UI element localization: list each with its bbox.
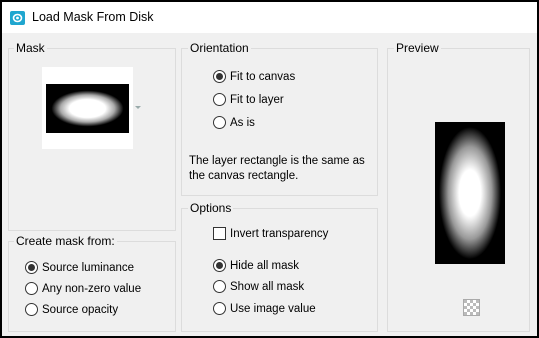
radio-label: Use image value	[230, 302, 316, 315]
radio-source-luminance[interactable]: Source luminance	[25, 261, 134, 274]
create-mask-group-label: Create mask from:	[14, 234, 117, 248]
checkerboard-icon[interactable]	[463, 299, 480, 316]
radio-button[interactable]	[25, 282, 38, 295]
radio-button[interactable]	[213, 93, 226, 106]
radio-label: Source opacity	[42, 303, 119, 316]
checkbox-label: Invert transparency	[230, 227, 329, 240]
chevron-down-icon[interactable]	[135, 106, 141, 109]
preview-image	[435, 122, 505, 264]
mask-group-label: Mask	[14, 41, 47, 55]
radio-button[interactable]	[213, 116, 226, 129]
window-title: Load Mask From Disk	[32, 10, 154, 24]
radio-use-image-value[interactable]: Use image value	[213, 302, 316, 315]
preview-group-label: Preview	[394, 41, 441, 55]
radio-any-non-zero[interactable]: Any non-zero value	[25, 282, 141, 295]
invert-transparency-checkbox[interactable]: Invert transparency	[213, 227, 328, 240]
radio-source-opacity[interactable]: Source opacity	[25, 303, 118, 316]
radio-as-is[interactable]: As is	[213, 116, 255, 129]
options-group-label: Options	[188, 201, 234, 215]
mask-thumbnail	[46, 84, 129, 133]
radio-fit-to-layer[interactable]: Fit to layer	[213, 93, 284, 106]
checkbox[interactable]	[213, 227, 226, 240]
radio-button[interactable]	[213, 302, 226, 315]
orientation-group-label: Orientation	[188, 41, 251, 55]
radio-label: Fit to canvas	[230, 70, 296, 83]
radio-label: Hide all mask	[230, 259, 300, 272]
radio-button[interactable]	[25, 303, 38, 316]
radio-label: Show all mask	[230, 280, 305, 293]
radio-label: Any non-zero value	[42, 282, 142, 295]
title-bar: Load Mask From Disk	[2, 2, 537, 33]
radio-button[interactable]	[213, 280, 226, 293]
radio-button[interactable]	[213, 259, 226, 272]
radio-button[interactable]	[25, 261, 38, 274]
orientation-note: The layer rectangle is the same as the c…	[189, 155, 365, 182]
radio-hide-all-mask[interactable]: Hide all mask	[213, 259, 299, 272]
radio-label: Source luminance	[42, 261, 135, 274]
radio-label: Fit to layer	[230, 93, 284, 106]
mask-thumbnail-panel[interactable]	[42, 67, 133, 149]
radio-fit-to-canvas[interactable]: Fit to canvas	[213, 70, 295, 83]
load-mask-dialog: Load Mask From Disk Mask Create mask fro…	[2, 2, 537, 336]
radio-show-all-mask[interactable]: Show all mask	[213, 280, 304, 293]
radio-button[interactable]	[213, 70, 226, 83]
psp-mask-icon	[10, 11, 25, 25]
radio-label: As is	[230, 116, 255, 129]
